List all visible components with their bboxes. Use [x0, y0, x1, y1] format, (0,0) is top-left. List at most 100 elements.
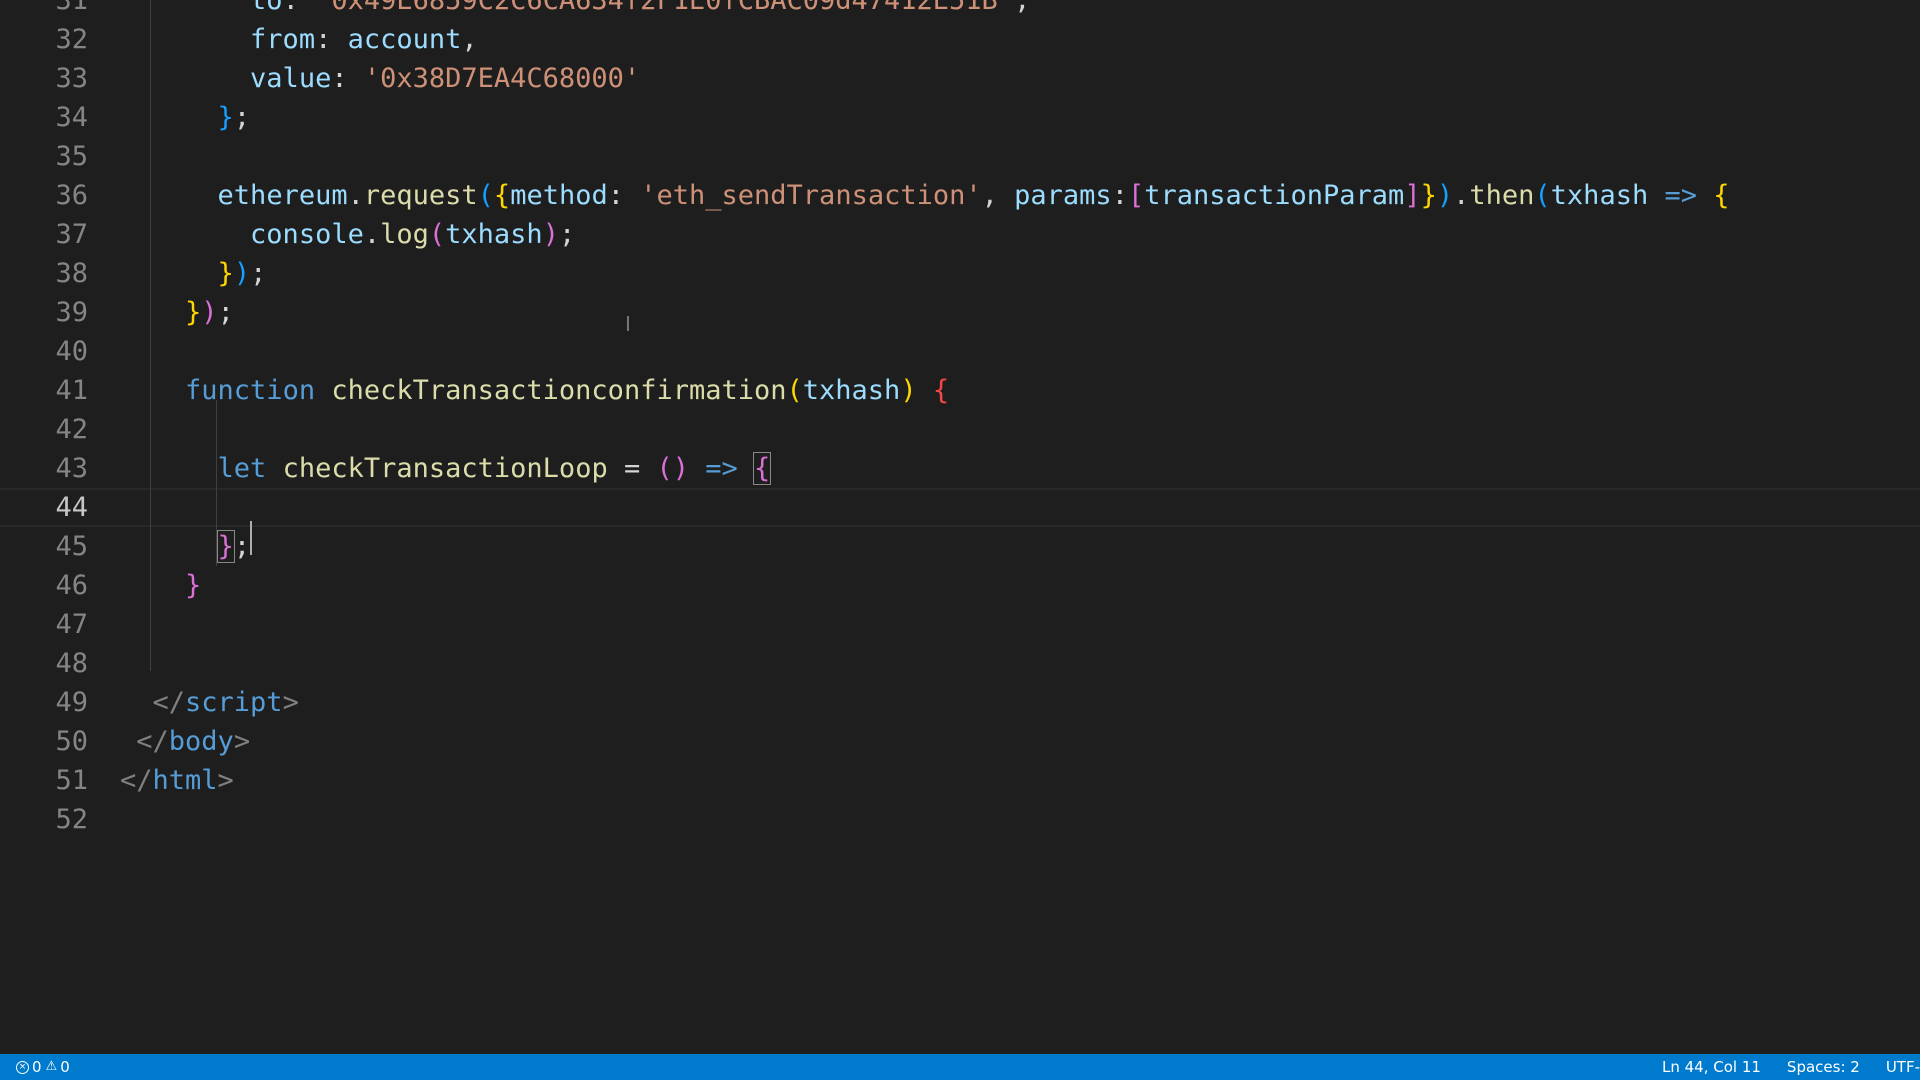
code-token: checkTransactionconfirmation: [331, 375, 787, 406]
code-token: transactionParam: [1144, 180, 1405, 211]
error-icon: ×: [16, 1060, 29, 1074]
line-code: console.log(txhash);: [120, 215, 575, 254]
code-token: ;: [217, 297, 234, 328]
code-token: ): [542, 219, 559, 250]
code-token: to: [250, 0, 283, 16]
mouse-ibeam-cursor: I: [625, 312, 631, 336]
code-editor[interactable]: 31 to: '0x49E6859C2C6CA634f2F1E0fCBAC09d…: [0, 0, 1920, 1054]
code-line[interactable]: 52: [0, 800, 1920, 839]
code-token: console: [250, 219, 364, 250]
code-line[interactable]: 48: [0, 644, 1920, 683]
code-token: method: [510, 180, 608, 211]
error-count: 0: [32, 1058, 42, 1076]
line-number: 42: [55, 414, 88, 445]
code-line[interactable]: 33 value: '0x38D7EA4C68000': [0, 59, 1920, 98]
line-number: 49: [55, 687, 88, 718]
line-number: 33: [55, 63, 88, 94]
line-number: 37: [55, 219, 88, 250]
line-number: 46: [55, 570, 88, 601]
code-token: txhash: [802, 375, 901, 406]
code-line[interactable]: 41 function checkTransactionconfirmation…: [0, 371, 1920, 410]
code-line[interactable]: 50 </body>: [0, 722, 1920, 761]
code-line[interactable]: 34 };: [0, 98, 1920, 137]
code-token: value: [250, 63, 332, 94]
code-token: .: [1453, 180, 1470, 211]
warning-icon: ⚠: [45, 1059, 58, 1074]
warning-count: 0: [60, 1058, 70, 1076]
code-line[interactable]: 51 </html>: [0, 761, 1920, 800]
code-token: (): [656, 453, 689, 484]
line-number: 44: [55, 492, 88, 523]
code-token: ): [233, 258, 251, 289]
status-bar: × 0 ⚠ 0 Ln 44, Col 11 Spaces: 2 UTF-: [0, 1054, 1920, 1080]
code-line[interactable]: 37 console.log(txhash);: [0, 215, 1920, 254]
code-token: }: [185, 297, 202, 328]
code-line[interactable]: 31 to: '0x49E6859C2C6CA634f2F1E0fCBAC09d…: [0, 0, 1920, 20]
code-token: }: [185, 570, 202, 601]
code-token: >: [233, 726, 251, 757]
code-line[interactable]: 43 let checkTransactionLoop = () => {: [0, 449, 1920, 488]
code-token: (: [786, 375, 803, 406]
code-token: '0x38D7EA4C68000': [363, 63, 641, 94]
code-token: =>: [705, 453, 738, 484]
code-token: </: [152, 687, 186, 718]
code-token: }: [217, 102, 234, 133]
line-code: let checkTransactionLoop = () => {: [120, 449, 772, 488]
line-code: </body>: [120, 722, 250, 761]
code-line[interactable]: 35: [0, 137, 1920, 176]
line-code: };: [120, 98, 251, 137]
code-token: checkTransactionLoop: [282, 453, 608, 484]
code-token: </: [136, 726, 169, 757]
code-line[interactable]: 42: [0, 410, 1920, 449]
code-line[interactable]: 47: [0, 605, 1920, 644]
code-line[interactable]: 49 </script>: [0, 683, 1920, 722]
line-number: 32: [55, 24, 88, 55]
indentation[interactable]: Spaces: 2: [1787, 1058, 1860, 1076]
code-line[interactable]: 39 });: [0, 293, 1920, 332]
code-token: then: [1469, 180, 1535, 211]
code-token: 'eth_sendTransaction': [640, 180, 982, 211]
code-line[interactable]: 44: [0, 488, 1920, 527]
code-line[interactable]: 46 }: [0, 566, 1920, 605]
code-token: from: [250, 24, 316, 55]
problems-indicator[interactable]: × 0 ⚠ 0: [16, 1058, 70, 1076]
line-code: }: [120, 566, 201, 605]
line-code: function checkTransactionconfirmation(tx…: [120, 371, 949, 410]
line-number: 45: [55, 531, 88, 562]
code-line[interactable]: 36 ethereum.request({method: 'eth_sendTr…: [0, 176, 1920, 215]
code-token: :: [607, 180, 641, 211]
line-number: 38: [55, 258, 88, 289]
code-token: ;: [558, 219, 576, 250]
line-number: 31: [55, 0, 88, 16]
code-token: ,: [461, 24, 478, 55]
line-number: 51: [55, 765, 88, 796]
code-line[interactable]: 32 from: account,: [0, 20, 1920, 59]
line-number: 35: [55, 141, 88, 172]
encoding[interactable]: UTF-: [1886, 1058, 1920, 1076]
line-code: });: [120, 293, 234, 332]
code-line[interactable]: 38 });: [0, 254, 1920, 293]
code-line[interactable]: 40: [0, 332, 1920, 371]
code-token: .: [347, 180, 364, 211]
code-token: {: [1713, 180, 1730, 211]
code-token: =: [607, 453, 657, 484]
line-number: 50: [55, 726, 88, 757]
cursor-position[interactable]: Ln 44, Col 11: [1662, 1058, 1761, 1076]
code-line[interactable]: 45 };: [0, 527, 1920, 566]
code-token: :: [331, 63, 364, 94]
